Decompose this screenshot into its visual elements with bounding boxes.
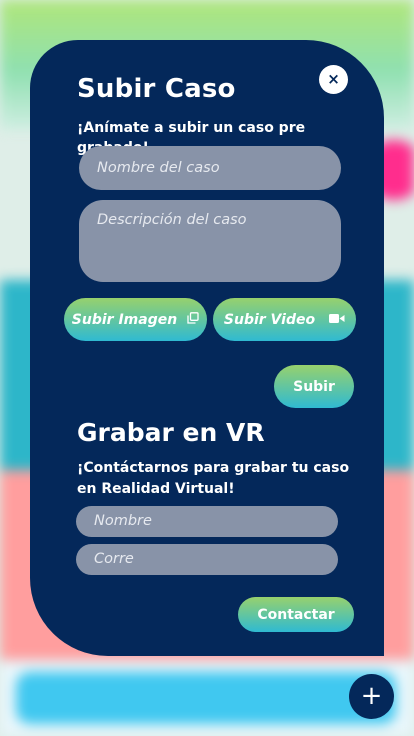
contact-name-placeholder: Nombre	[94, 513, 152, 529]
vr-section-title: Grabar en VR	[77, 418, 265, 447]
case-name-input[interactable]: Nombre del caso	[79, 146, 341, 190]
case-description-input[interactable]: Descripción del caso	[79, 200, 341, 282]
submit-button[interactable]: Subir	[274, 365, 354, 408]
upload-image-label: Subir Imagen	[71, 311, 178, 328]
close-button[interactable]: ×	[319, 65, 348, 94]
contact-email-input[interactable]: Corre	[76, 544, 338, 575]
contact-name-input[interactable]: Nombre	[76, 506, 338, 537]
contact-email-placeholder: Corre	[94, 551, 134, 567]
copy-icon	[187, 311, 199, 328]
case-description-placeholder: Descripción del caso	[97, 212, 247, 228]
background-tab-bar	[16, 672, 396, 724]
contact-label: Contactar	[257, 606, 335, 623]
upload-case-modal: × Subir Caso ¡Anímate a subir un caso pr…	[30, 40, 384, 656]
upload-video-label: Subir Video	[223, 311, 316, 328]
contact-button[interactable]: Contactar	[238, 597, 354, 632]
add-fab-button[interactable]: +	[349, 674, 394, 719]
video-camera-icon	[329, 312, 345, 328]
case-name-placeholder: Nombre del caso	[97, 160, 220, 176]
close-icon: ×	[327, 70, 340, 88]
upload-video-button[interactable]: Subir Video	[213, 298, 356, 341]
vr-section-subtitle: ¡Contáctarnos para grabar tu caso en Rea…	[77, 460, 350, 497]
plus-icon: +	[360, 681, 383, 711]
upload-image-button[interactable]: Subir Imagen	[64, 298, 207, 341]
submit-label: Subir	[293, 378, 335, 395]
modal-title: Subir Caso	[77, 74, 236, 104]
